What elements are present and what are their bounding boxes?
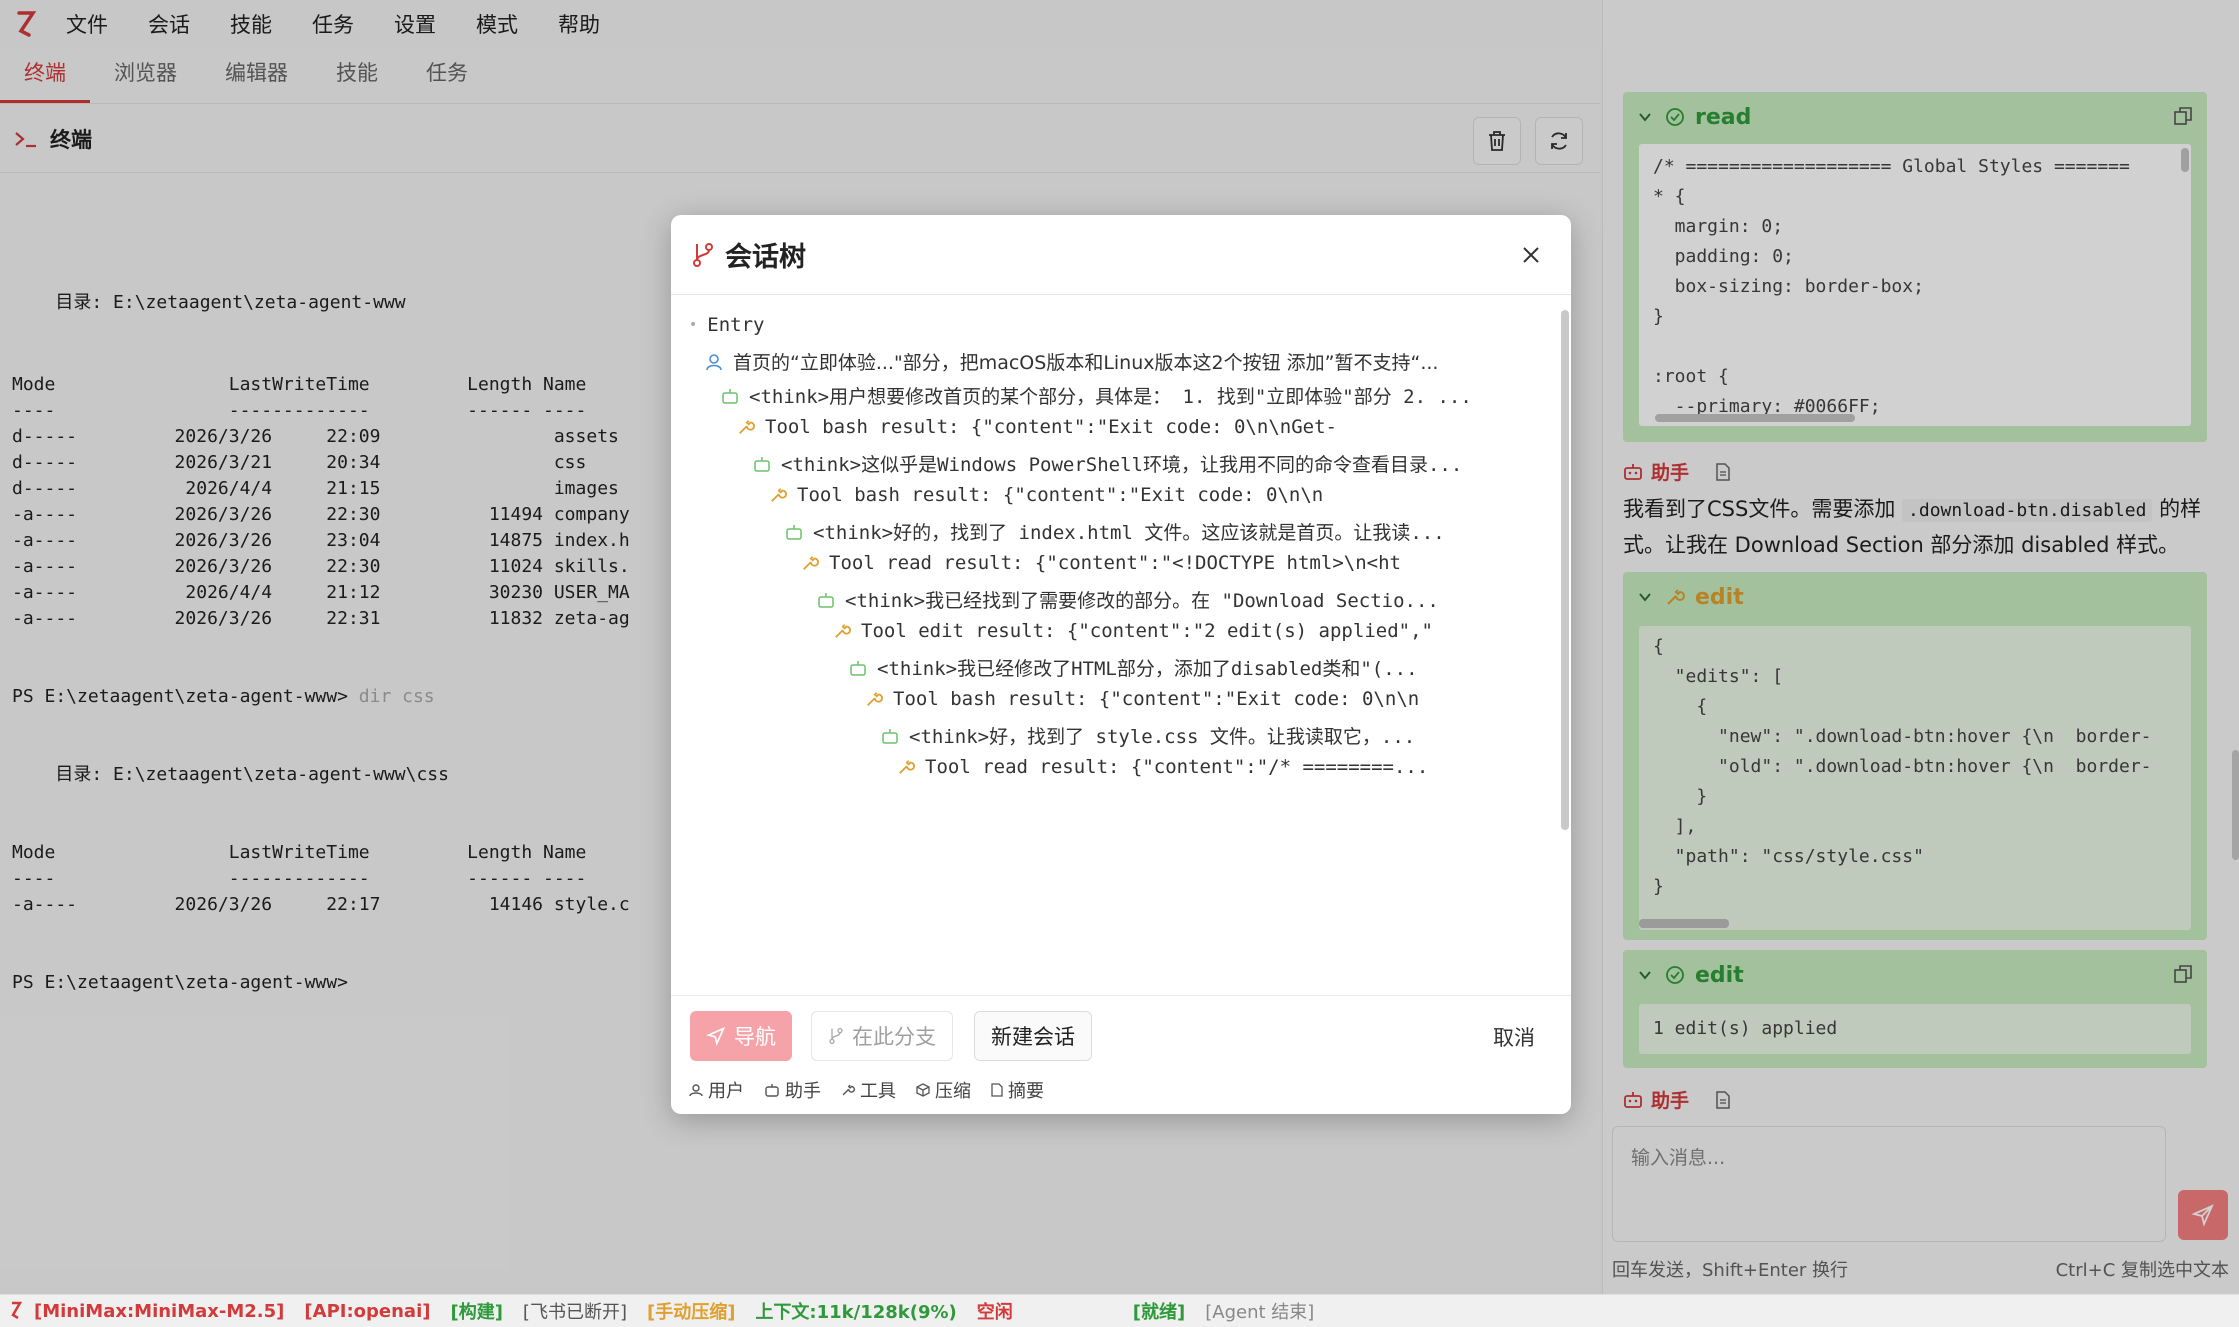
status-compress[interactable]: [手动压缩] <box>647 1298 735 1324</box>
tree-node-tool[interactable]: Tool edit result: {"content":"2 edit(s) … <box>833 620 1547 642</box>
robot-icon <box>881 728 899 744</box>
node-text: Tool bash result: {"content":"Exit code:… <box>765 416 1337 438</box>
cancel-button[interactable]: 取消 <box>1493 1022 1535 1052</box>
tree-node-assistant[interactable]: <think>我已经找到了需要修改的部分。在 "Download Sectio.… <box>817 586 1547 613</box>
node-text: <think>好的，找到了 index.html 文件。这应该就是首页。让我读.… <box>813 522 1445 544</box>
navigate-icon <box>706 1026 726 1046</box>
legend-label: 用户 <box>708 1081 744 1102</box>
legend-label: 助手 <box>785 1081 821 1102</box>
git-branch-icon <box>691 241 715 269</box>
node-text: Tool bash result: {"content":"Exit code:… <box>797 484 1324 506</box>
status-agent: [Agent 结束] <box>1205 1302 1315 1323</box>
wrench-icon <box>833 622 851 640</box>
tree-node-assistant[interactable]: <think>好的，找到了 index.html 文件。这应该就是首页。让我读.… <box>785 518 1547 545</box>
wrench-icon <box>801 554 819 572</box>
new-session-button[interactable]: 新建会话 <box>974 1011 1092 1061</box>
legend-tool: 工具 <box>841 1077 896 1103</box>
node-legend: 用户 助手 工具 压缩 摘要 <box>689 1077 1044 1103</box>
status-context: 上下文:11k/128k(9%) <box>755 1302 957 1323</box>
wrench-icon <box>737 418 755 436</box>
app-logo-icon <box>10 1301 22 1321</box>
bullet-icon: • <box>689 317 698 333</box>
close-icon[interactable] <box>1513 237 1549 273</box>
legend-label: 压缩 <box>935 1081 971 1102</box>
branch-label: 在此分支 <box>852 1025 936 1049</box>
node-text: <think>我已经修改了HTML部分，添加了disabled类和"(... <box>877 658 1418 680</box>
status-model[interactable]: [MiniMax:MiniMax-M2.5] <box>34 1301 284 1322</box>
node-text: Tool read result: {"content":"<!DOCTYPE … <box>829 552 1401 574</box>
tree-node-user[interactable]: 首页的“立即体验..."部分，把macOS版本和Linux版本这2个按钮 添加”… <box>705 348 1547 375</box>
robot-icon <box>849 660 867 676</box>
legend-compress: 压缩 <box>916 1077 971 1103</box>
tree-node-tool[interactable]: Tool bash result: {"content":"Exit code:… <box>769 484 1547 506</box>
wrench-icon <box>841 1083 855 1097</box>
node-text: <think>好，找到了 style.css 文件。让我读取它，... <box>909 726 1416 748</box>
package-icon <box>916 1083 930 1097</box>
dialog-title: 会话树 <box>725 242 806 273</box>
legend-label: 摘要 <box>1008 1081 1044 1102</box>
tree-entry[interactable]: • Entry <box>689 314 764 336</box>
branch-here-button[interactable]: 在此分支 <box>811 1011 953 1061</box>
session-tree[interactable]: • Entry 首页的“立即体验..."部分，把macOS版本和Linux版本这… <box>671 296 1571 994</box>
status-idle: 空闲 <box>976 1302 1013 1323</box>
wrench-icon <box>865 690 883 708</box>
tree-node-assistant[interactable]: <think>这似乎是Windows PowerShell环境，让我用不同的命令… <box>753 450 1547 477</box>
node-text: Tool read result: {"content":"/* =======… <box>925 756 1429 778</box>
navigate-label: 导航 <box>734 1025 776 1049</box>
tree-node-assistant[interactable]: <think>用户想要修改首页的某个部分，具体是： 1. 找到"立即体验"部分 … <box>721 382 1547 409</box>
wrench-icon <box>769 486 787 504</box>
tree-node-tool[interactable]: Tool bash result: {"content":"Exit code:… <box>737 416 1547 438</box>
wrench-icon <box>897 758 915 776</box>
status-build[interactable]: [构建] <box>450 1298 502 1324</box>
tree-node-assistant[interactable]: <think>我已经修改了HTML部分，添加了disabled类和"(... <box>849 654 1547 681</box>
node-text: Tool edit result: {"content":"2 edit(s) … <box>861 620 1433 642</box>
legend-assistant: 助手 <box>764 1077 821 1103</box>
status-api[interactable]: [API:openai] <box>304 1301 430 1322</box>
node-text: <think>用户想要修改首页的某个部分，具体是： 1. 找到"立即体验"部分 … <box>749 386 1472 408</box>
legend-summary: 摘要 <box>991 1077 1044 1103</box>
robot-icon <box>764 1083 780 1097</box>
legend-user: 用户 <box>689 1077 744 1103</box>
session-tree-dialog: 会话树 • Entry 首页的“立即体验..."部分，把macOS版本和Linu… <box>671 215 1571 1114</box>
tree-node-assistant[interactable]: <think>好，找到了 style.css 文件。让我读取它，... <box>881 722 1547 749</box>
status-bar: [MiniMax:MiniMax-M2.5] [API:openai] [构建]… <box>0 1294 2239 1327</box>
node-text: 首页的“立即体验..."部分，把macOS版本和Linux版本这2个按钮 添加”… <box>733 352 1439 374</box>
node-text: <think>这似乎是Windows PowerShell环境，让我用不同的命令… <box>781 454 1463 476</box>
tree-node-tool[interactable]: Tool read result: {"content":"<!DOCTYPE … <box>801 552 1547 574</box>
status-feishu[interactable]: [飞书已断开] <box>523 1298 627 1324</box>
tree-scrollbar[interactable] <box>1561 310 1569 830</box>
tree-node-tool[interactable]: Tool bash result: {"content":"Exit code:… <box>865 688 1547 710</box>
document-icon <box>991 1083 1003 1097</box>
robot-icon <box>753 456 771 472</box>
git-branch-icon <box>828 1026 844 1046</box>
tree-node-tool[interactable]: Tool read result: {"content":"/* =======… <box>897 756 1547 778</box>
node-text: Tool bash result: {"content":"Exit code:… <box>893 688 1420 710</box>
user-icon <box>705 353 723 371</box>
entry-label: Entry <box>707 314 765 336</box>
user-icon <box>689 1083 703 1097</box>
new-session-label: 新建会话 <box>991 1025 1075 1049</box>
node-text: <think>我已经找到了需要修改的部分。在 "Download Sectio.… <box>845 590 1439 612</box>
status-ready: [就绪] <box>1132 1302 1186 1323</box>
robot-icon <box>721 388 739 404</box>
legend-label: 工具 <box>860 1081 896 1102</box>
dialog-header: 会话树 <box>671 215 1571 295</box>
navigate-button[interactable]: 导航 <box>690 1011 792 1061</box>
robot-icon <box>785 524 803 540</box>
robot-icon <box>817 592 835 608</box>
